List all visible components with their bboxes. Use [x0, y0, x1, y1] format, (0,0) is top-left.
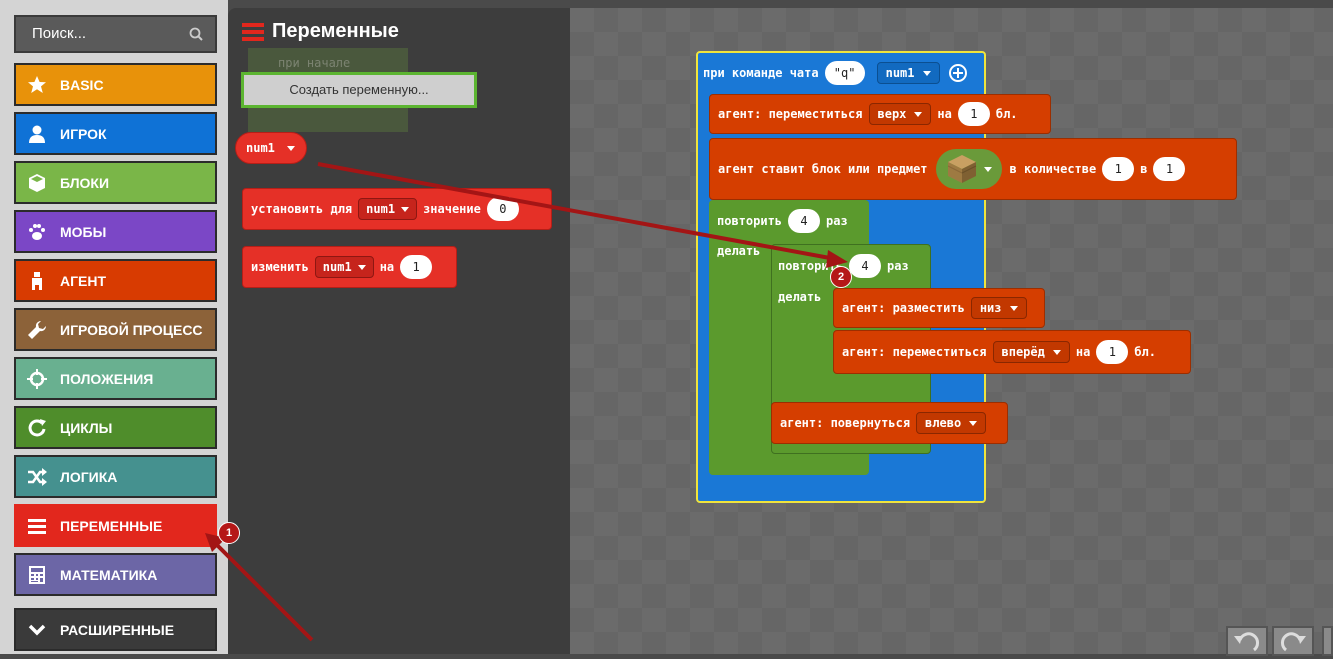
dropdown-arrow-icon [1052, 349, 1061, 355]
variables-flyout: при начале Переменные Создать переменную… [228, 8, 570, 654]
paw-icon [26, 221, 48, 243]
repeat-outer-header: повторить 4 раз [717, 208, 848, 234]
category-loops[interactable]: ЦИКЛЫ [14, 406, 217, 449]
calculator-icon [26, 564, 48, 586]
set-var-dropdown[interactable]: num1 [358, 198, 418, 220]
list-icon [26, 515, 48, 537]
search-placeholder: Поиск... [32, 25, 87, 42]
redo-icon [1281, 632, 1306, 652]
loop-icon [26, 417, 48, 439]
category-label: ИГРОК [60, 125, 107, 142]
add-parameter-icon[interactable] [948, 63, 968, 83]
annotation-badge-2: 2 [830, 266, 852, 288]
wood-block-icon [947, 155, 976, 183]
undo-icon [1234, 632, 1259, 652]
dropdown-arrow-icon [286, 145, 295, 151]
agent-place-block[interactable]: агент ставит блок или предмет в количест… [709, 138, 1237, 200]
repeat-inner-count-input[interactable]: 4 [849, 254, 882, 278]
cube-icon [26, 172, 48, 194]
set-variable-block[interactable]: установить для num1 значение 0 [242, 188, 552, 230]
chevron-down-icon [26, 619, 48, 641]
category-label: BASIC [60, 76, 104, 93]
move2-direction-dropdown[interactable]: вперёд [992, 341, 1070, 363]
change-variable-block[interactable]: изменить num1 на 1 [242, 246, 457, 288]
block-item-picker[interactable] [935, 149, 1002, 189]
turn-direction-dropdown[interactable]: влево [916, 412, 987, 434]
category-label: ЛОГИКА [60, 468, 118, 485]
dropdown-arrow-icon [969, 420, 978, 426]
flyout-title: Переменные [242, 20, 399, 43]
variable-dropdown[interactable] [281, 145, 295, 151]
search-input[interactable]: Поиск... [14, 15, 217, 53]
dropdown-arrow-icon [922, 70, 931, 76]
list-icon [242, 22, 264, 41]
create-variable-button[interactable]: Создать переменную... [241, 72, 477, 108]
set-value-input[interactable]: 0 [486, 197, 519, 221]
category-label: РАСШИРЕННЫЕ [60, 621, 175, 638]
place-direction-dropdown[interactable]: низ [970, 297, 1027, 319]
category-variables[interactable]: ПЕРЕМЕННЫЕ [14, 504, 217, 547]
category-label: БЛОКИ [60, 174, 110, 191]
repeat-inner-do-label: делать [778, 290, 822, 304]
dropdown-arrow-icon [1009, 305, 1018, 311]
dropdown-arrow-icon [914, 111, 923, 117]
chat-command-input[interactable]: "q" [824, 61, 865, 85]
category-label: ИГРОВОЙ ПРОЦЕСС [60, 321, 203, 338]
category-math[interactable]: МАТЕМАТИКА [14, 553, 217, 596]
category-basic[interactable]: BASIC [14, 63, 217, 106]
event-header: при команде чата "q" num1 [703, 58, 968, 88]
shuffle-icon [26, 466, 48, 488]
agent-place-down-block[interactable]: агент: разместить низ [833, 288, 1045, 328]
category-gameplay[interactable]: ИГРОВОЙ ПРОЦЕСС [14, 308, 217, 351]
place-slot-input[interactable]: 1 [1153, 157, 1186, 181]
move-direction-dropdown[interactable]: верх [868, 103, 932, 125]
dropdown-arrow-icon [357, 264, 366, 270]
category-agent[interactable]: АГЕНТ [14, 259, 217, 302]
category-advanced[interactable]: РАСШИРЕННЫЕ [14, 608, 217, 651]
category-positions[interactable]: ПОЛОЖЕНИЯ [14, 357, 217, 400]
category-label: АГЕНТ [60, 272, 107, 289]
move2-distance-input[interactable]: 1 [1096, 340, 1129, 364]
redo-button[interactable] [1272, 626, 1314, 656]
repeat-outer-count-input[interactable]: 4 [788, 209, 821, 233]
code-workspace[interactable]: при команде чата "q" num1 агент: перемес… [570, 8, 1333, 656]
undo-button[interactable] [1226, 626, 1268, 656]
category-player[interactable]: ИГРОК [14, 112, 217, 155]
category-blocks[interactable]: БЛОКИ [14, 161, 217, 204]
variable-reporter-num1[interactable]: num1 [235, 132, 307, 164]
crosshair-icon [26, 368, 48, 390]
wrench-icon [26, 319, 48, 341]
agent-turn-block[interactable]: агент: повернуться влево [771, 402, 1008, 444]
toolbox-sidebar: Поиск... BASIC ИГРОК БЛОКИ МОБЫ АГЕНТ ИГ… [0, 0, 228, 654]
annotation-badge-1: 1 [218, 522, 240, 544]
search-icon[interactable] [189, 27, 203, 41]
place-quantity-input[interactable]: 1 [1102, 157, 1135, 181]
category-label: МОБЫ [60, 223, 107, 240]
agent-move-block[interactable]: агент: переместиться верх на 1 бл. [709, 94, 1051, 134]
change-var-dropdown[interactable]: num1 [314, 256, 374, 278]
move-distance-input[interactable]: 1 [957, 102, 990, 126]
category-label: ПОЛОЖЕНИЯ [60, 370, 154, 387]
zoom-button[interactable] [1322, 626, 1333, 656]
category-label: ПЕРЕМЕННЫЕ [60, 517, 163, 534]
dropdown-arrow-icon [983, 166, 992, 172]
person-icon [26, 123, 48, 145]
category-logic[interactable]: ЛОГИКА [14, 455, 217, 498]
event-var-dropdown[interactable]: num1 [876, 62, 940, 84]
change-value-input[interactable]: 1 [400, 255, 433, 279]
star-icon [26, 74, 48, 96]
category-label: МАТЕМАТИКА [60, 566, 158, 583]
category-label: ЦИКЛЫ [60, 419, 113, 436]
repeat-outer-do-label: делать [717, 244, 761, 258]
category-mobs[interactable]: МОБЫ [14, 210, 217, 253]
agent-icon [26, 270, 48, 292]
dropdown-arrow-icon [401, 206, 410, 212]
agent-move-forward-block[interactable]: агент: переместиться вперёд на 1 бл. [833, 330, 1191, 374]
